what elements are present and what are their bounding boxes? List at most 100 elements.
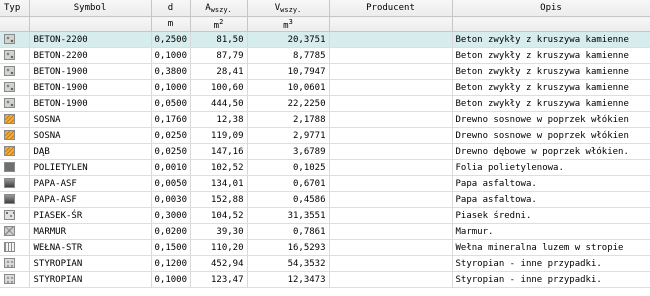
area-cell[interactable]: 152,88: [190, 191, 248, 208]
description-cell[interactable]: Beton zwykły z kruszywa kamienne: [452, 63, 650, 80]
material-type-cell[interactable]: [0, 111, 30, 128]
symbol-cell[interactable]: STYROPIAN: [29, 271, 152, 288]
symbol-cell[interactable]: SOSNA: [29, 111, 152, 128]
volume-cell[interactable]: 0,1025: [247, 159, 330, 176]
volume-cell[interactable]: 0,4586: [247, 191, 330, 208]
area-cell[interactable]: 444,50: [190, 95, 248, 112]
description-cell[interactable]: Piasek średni.: [452, 207, 650, 224]
area-cell[interactable]: 81,50: [190, 31, 248, 48]
thickness-cell[interactable]: 0,0030: [151, 191, 191, 208]
symbol-cell[interactable]: POLIETYLEN: [29, 159, 152, 176]
table-row[interactable]: PIASEK-ŚR 0,3000 104,52 31,3551 Piasek średn…: [0, 207, 650, 224]
table-row[interactable]: BETON-2200 0,2500 81,50 20,3751 Beton zwykły…: [0, 31, 650, 48]
material-type-cell[interactable]: [0, 47, 30, 64]
material-type-cell[interactable]: [0, 239, 30, 256]
area-cell[interactable]: 39,30: [190, 223, 248, 240]
symbol-cell[interactable]: DĄB: [29, 143, 152, 160]
thickness-cell[interactable]: 0,1000: [151, 79, 191, 96]
producent-cell[interactable]: [329, 143, 453, 160]
producent-cell[interactable]: [329, 239, 453, 256]
area-cell[interactable]: 87,79: [190, 47, 248, 64]
column-header-d[interactable]: d: [151, 0, 191, 17]
description-cell[interactable]: Beton zwykły z kruszywa kamienne: [452, 95, 650, 112]
material-type-cell[interactable]: [0, 159, 30, 176]
table-row[interactable]: BETON-2200 0,1000 87,79 8,7785 Beton zwykły …: [0, 47, 650, 64]
table-row[interactable]: STYROPIAN 0,1200 452,94 54,3532 Styropian - …: [0, 255, 650, 272]
table-row[interactable]: PAPA-ASF 0,0030 152,88 0,4586 Papa asfaltowa…: [0, 191, 650, 208]
volume-cell[interactable]: 3,6789: [247, 143, 330, 160]
producent-cell[interactable]: [329, 47, 453, 64]
symbol-cell[interactable]: BETON-1900: [29, 79, 152, 96]
material-type-cell[interactable]: [0, 95, 30, 112]
thickness-cell[interactable]: 0,3000: [151, 207, 191, 224]
description-cell[interactable]: Drewno sosnowe w poprzek włókien: [452, 111, 650, 128]
symbol-cell[interactable]: PAPA-ASF: [29, 191, 152, 208]
material-type-cell[interactable]: [0, 79, 30, 96]
material-type-cell[interactable]: [0, 255, 30, 272]
producent-cell[interactable]: [329, 255, 453, 272]
symbol-cell[interactable]: WEŁNA-STR: [29, 239, 152, 256]
volume-cell[interactable]: 22,2250: [247, 95, 330, 112]
column-header-opis[interactable]: Opis: [452, 0, 650, 17]
symbol-cell[interactable]: BETON-2200: [29, 31, 152, 48]
producent-cell[interactable]: [329, 31, 453, 48]
volume-cell[interactable]: 2,9771: [247, 127, 330, 144]
volume-cell[interactable]: 0,7861: [247, 223, 330, 240]
description-cell[interactable]: Folia polietylenowa.: [452, 159, 650, 176]
thickness-cell[interactable]: 0,0010: [151, 159, 191, 176]
table-row[interactable]: POLIETYLEN 0,0010 102,52 0,1025 Folia poliet…: [0, 159, 650, 176]
material-type-cell[interactable]: [0, 207, 30, 224]
material-type-cell[interactable]: [0, 191, 30, 208]
thickness-cell[interactable]: 0,0250: [151, 127, 191, 144]
volume-cell[interactable]: 12,3473: [247, 271, 330, 288]
thickness-cell[interactable]: 0,2500: [151, 31, 191, 48]
thickness-cell[interactable]: 0,1200: [151, 255, 191, 272]
material-type-cell[interactable]: [0, 143, 30, 160]
volume-cell[interactable]: 10,7947: [247, 63, 330, 80]
producent-cell[interactable]: [329, 111, 453, 128]
producent-cell[interactable]: [329, 95, 453, 112]
producent-cell[interactable]: [329, 271, 453, 288]
producent-cell[interactable]: [329, 79, 453, 96]
material-type-cell[interactable]: [0, 175, 30, 192]
thickness-cell[interactable]: 0,1760: [151, 111, 191, 128]
area-cell[interactable]: 134,01: [190, 175, 248, 192]
description-cell[interactable]: Styropian - inne przypadki.: [452, 255, 650, 272]
thickness-cell[interactable]: 0,0250: [151, 143, 191, 160]
producent-cell[interactable]: [329, 207, 453, 224]
column-header-producent[interactable]: Producent: [329, 0, 453, 17]
table-row[interactable]: PAPA-ASF 0,0050 134,01 0,6701 Papa asfaltowa…: [0, 175, 650, 192]
description-cell[interactable]: Papa asfaltowa.: [452, 175, 650, 192]
description-cell[interactable]: Drewno dębowe w poprzek włókien.: [452, 143, 650, 160]
table-row[interactable]: WEŁNA-STR 0,1500 110,20 16,5293 Wełna minera…: [0, 239, 650, 256]
symbol-cell[interactable]: BETON-1900: [29, 63, 152, 80]
area-cell[interactable]: 104,52: [190, 207, 248, 224]
area-cell[interactable]: 452,94: [190, 255, 248, 272]
column-header-area[interactable]: Awszy.: [190, 0, 248, 17]
description-cell[interactable]: Drewno sosnowe w poprzek włókien: [452, 127, 650, 144]
material-type-cell[interactable]: [0, 271, 30, 288]
producent-cell[interactable]: [329, 223, 453, 240]
area-cell[interactable]: 12,38: [190, 111, 248, 128]
area-cell[interactable]: 102,52: [190, 159, 248, 176]
thickness-cell[interactable]: 0,0500: [151, 95, 191, 112]
description-cell[interactable]: Beton zwykły z kruszywa kamienne: [452, 47, 650, 64]
thickness-cell[interactable]: 0,0050: [151, 175, 191, 192]
volume-cell[interactable]: 8,7785: [247, 47, 330, 64]
volume-cell[interactable]: 54,3532: [247, 255, 330, 272]
volume-cell[interactable]: 2,1788: [247, 111, 330, 128]
table-row[interactable]: BETON-1900 0,0500 444,50 22,2250 Beton zwykł…: [0, 95, 650, 112]
thickness-cell[interactable]: 0,1500: [151, 239, 191, 256]
thickness-cell[interactable]: 0,0200: [151, 223, 191, 240]
description-cell[interactable]: Wełna mineralna luzem w stropie: [452, 239, 650, 256]
table-row[interactable]: DĄB 0,0250 147,16 3,6789 Drewno dębowe w pop…: [0, 143, 650, 160]
column-header-typ[interactable]: Typ: [0, 0, 30, 17]
area-cell[interactable]: 100,60: [190, 79, 248, 96]
table-row[interactable]: SOSNA 0,0250 119,09 2,9771 Drewno sosnowe w …: [0, 127, 650, 144]
material-type-cell[interactable]: [0, 223, 30, 240]
description-cell[interactable]: Beton zwykły z kruszywa kamienne: [452, 79, 650, 96]
material-type-cell[interactable]: [0, 31, 30, 48]
producent-cell[interactable]: [329, 159, 453, 176]
symbol-cell[interactable]: PAPA-ASF: [29, 175, 152, 192]
volume-cell[interactable]: 20,3751: [247, 31, 330, 48]
